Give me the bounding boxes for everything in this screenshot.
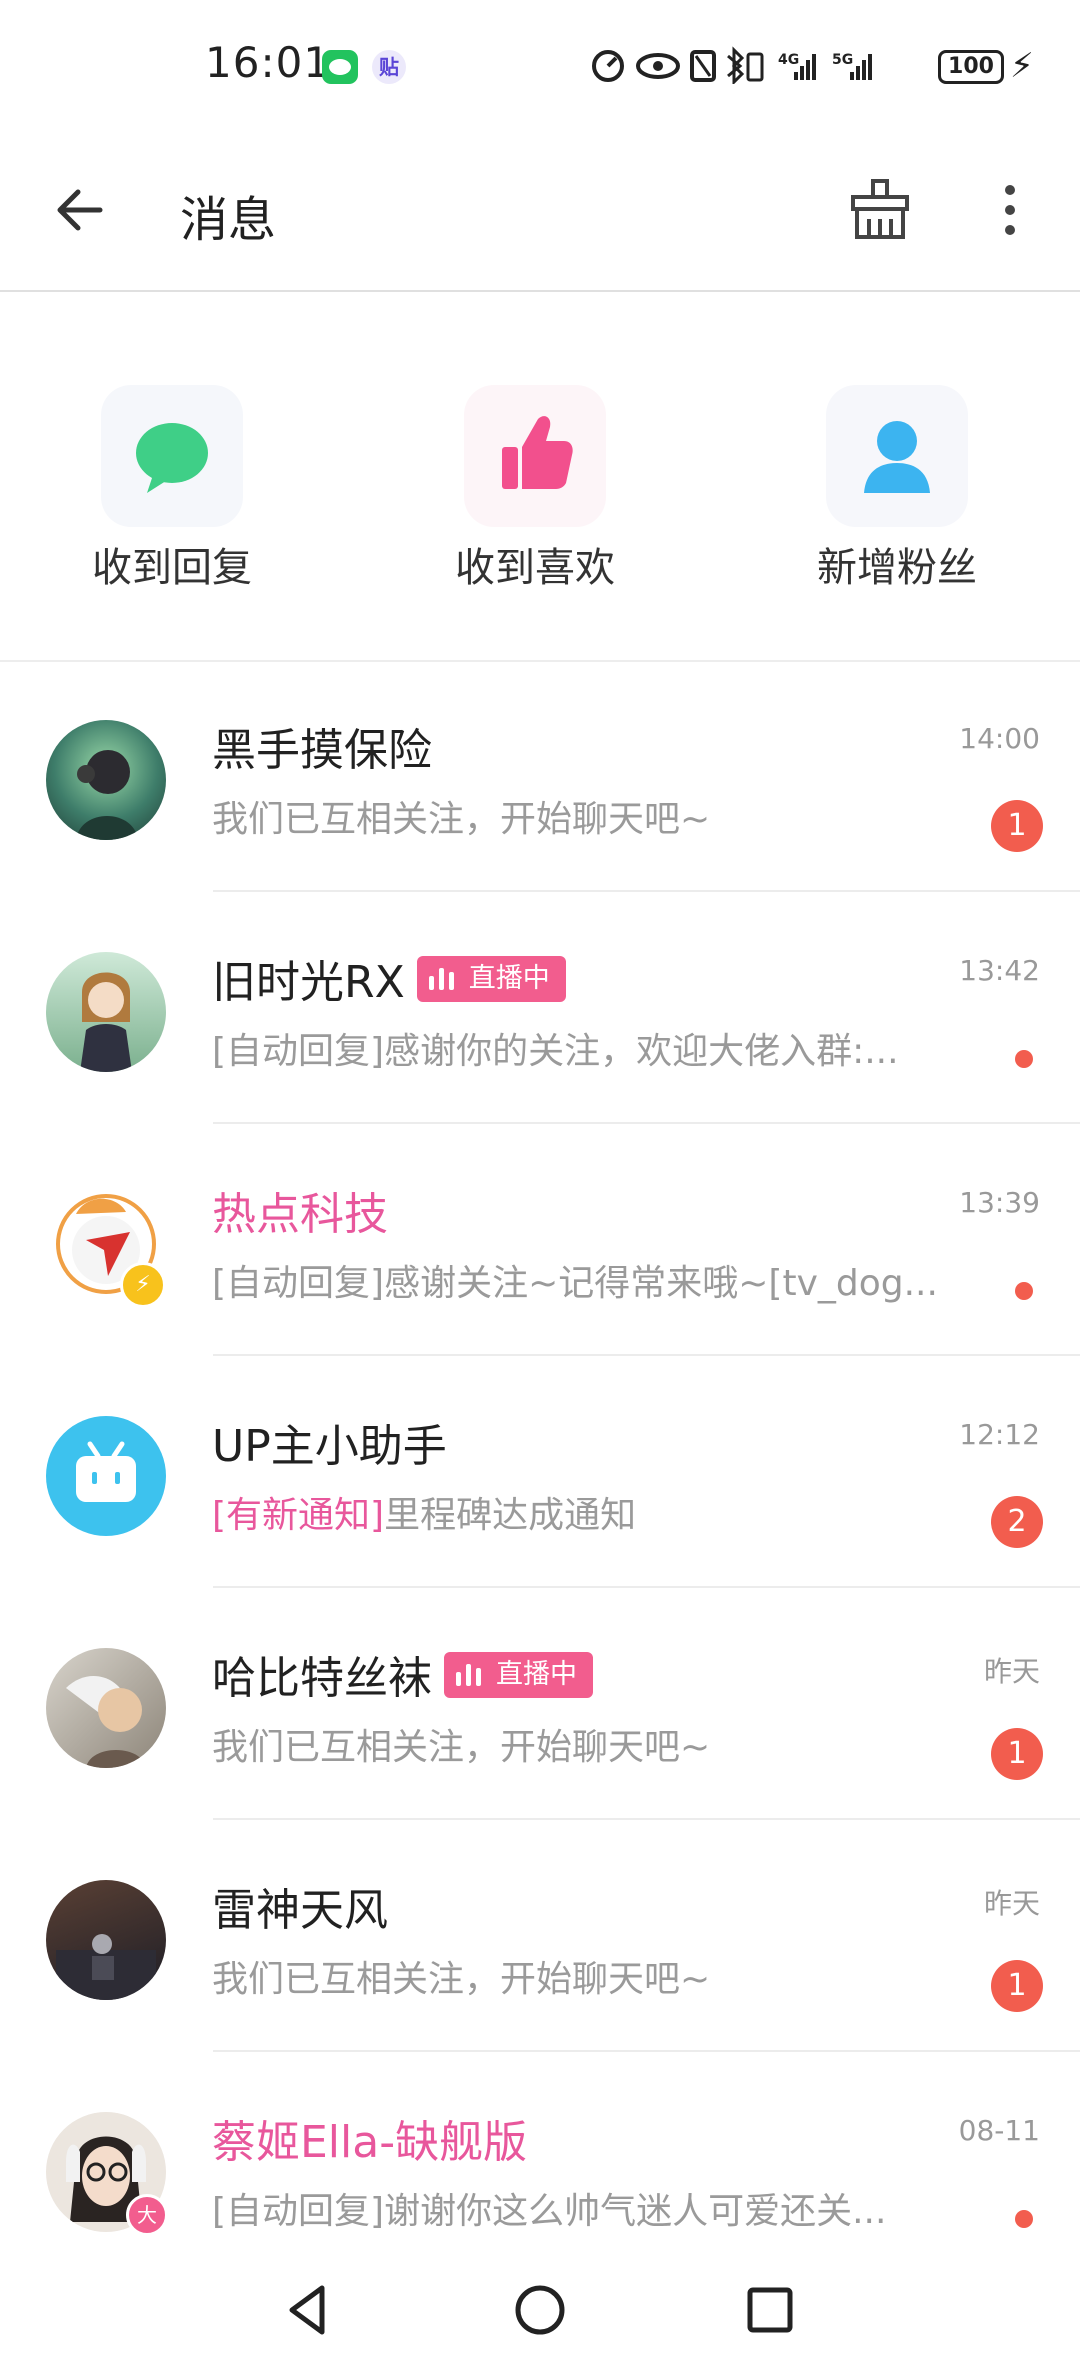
shortcut-label: 收到回复	[92, 545, 252, 591]
unread-dot	[1015, 1050, 1033, 1068]
last-message: [自动回复]感谢关注~记得常来哦~[tv_dog...	[212, 1263, 938, 1304]
tieba-notification-icon: 贴	[372, 50, 406, 84]
shortcut-likes[interactable]: 收到喜欢	[415, 385, 655, 593]
nav-recents-icon[interactable]	[740, 2280, 800, 2340]
shortcut-replies[interactable]: 收到回复	[52, 385, 292, 593]
system-navigation-bar	[0, 2240, 1080, 2376]
shortcut-label: 新增粉丝	[817, 545, 977, 591]
message-time: 昨天	[983, 1655, 1040, 1688]
message-time: 14:00	[959, 722, 1040, 755]
conversation-row[interactable]: 旧时光RX 直播中 [自动回复]感谢你的关注，欢迎大佬入群:... 13:42	[0, 892, 1080, 1124]
app-bar: 消息	[0, 140, 1080, 292]
unread-badge: 2	[991, 1496, 1043, 1548]
last-message: [自动回复]感谢你的关注，欢迎大佬入群:...	[212, 1031, 899, 1072]
shortcut-bar: 收到回复 收到喜欢 新增粉丝	[0, 290, 1080, 662]
avatar[interactable]	[46, 720, 166, 840]
last-message: [自动回复]谢谢你这么帅气迷人可爱还关...	[212, 2191, 887, 2232]
bilibili-tv-icon	[76, 1441, 136, 1502]
big-member-badge-icon: 大	[126, 2194, 168, 2236]
message-time: 昨天	[983, 1887, 1040, 1920]
message-time: 13:42	[959, 954, 1040, 987]
contact-name: UP主小助手	[212, 1421, 447, 1472]
last-message: 我们已互相关注，开始聊天吧~	[212, 799, 711, 840]
svg-text:4G: 4G	[778, 52, 799, 68]
chat-bubble-icon	[101, 385, 243, 527]
wechat-notification-icon	[322, 50, 358, 84]
svg-text:5G: 5G	[832, 52, 853, 68]
unread-badge: 1	[991, 1960, 1043, 2012]
avatar[interactable]: ⚡	[46, 1184, 166, 1308]
unread-badge: 1	[991, 800, 1043, 852]
live-bars-icon	[456, 1660, 486, 1686]
conversation-row[interactable]: 雷神天风 我们已互相关注，开始聊天吧~ 昨天 1	[0, 1820, 1080, 2052]
notification-tag: [有新通知]	[212, 1495, 385, 1536]
shortcut-new-fans[interactable]: 新增粉丝	[777, 385, 1017, 593]
avatar[interactable]	[46, 1880, 166, 2000]
system-status-icons: 4G 5G	[592, 46, 872, 84]
unread-dot	[1015, 1282, 1033, 1300]
last-message: 我们已互相关注，开始聊天吧~	[212, 1727, 711, 1768]
charging-icon: ⚡	[1010, 46, 1034, 86]
unread-badge: 1	[991, 1728, 1043, 1780]
status-time: 16:01	[205, 38, 332, 87]
thumbs-up-icon	[464, 385, 606, 527]
page-title: 消息	[180, 192, 277, 248]
shortcut-label: 收到喜欢	[455, 545, 615, 591]
avatar[interactable]	[46, 952, 166, 1072]
clear-broom-icon[interactable]	[845, 175, 915, 245]
live-bars-icon	[428, 964, 459, 990]
last-message: [有新通知]里程碑达成通知	[212, 1495, 637, 1536]
contact-name: 黑手摸保险	[212, 725, 432, 776]
contact-name: 哈比特丝袜 直播中	[212, 1642, 593, 1706]
contact-name: 雷神天风	[212, 1885, 388, 1936]
nav-home-icon[interactable]	[510, 2280, 570, 2340]
live-badge: 直播中	[416, 956, 566, 1002]
message-time: 08-11	[958, 2114, 1040, 2147]
avatar[interactable]: 大	[46, 2112, 168, 2236]
message-time: 13:39	[959, 1186, 1040, 1219]
status-bar: 16:01 贴 4G 5G 100 ⚡	[0, 0, 1080, 140]
battery-indicator: 100	[938, 50, 1004, 84]
conversation-row[interactable]: ⚡ 热点科技 [自动回复]感谢关注~记得常来哦~[tv_dog... 13:39	[0, 1124, 1080, 1356]
conversation-row[interactable]: 黑手摸保险 我们已互相关注，开始聊天吧~ 14:00 1	[0, 660, 1080, 892]
unread-dot	[1015, 2210, 1033, 2228]
avatar[interactable]	[46, 1648, 166, 1768]
more-options-icon[interactable]	[985, 180, 1035, 240]
contact-name: 旧时光RX 直播中	[212, 946, 566, 1010]
back-arrow-icon[interactable]	[50, 180, 110, 240]
last-message: 我们已互相关注，开始聊天吧~	[212, 1959, 711, 2000]
live-badge: 直播中	[444, 1652, 593, 1698]
message-time: 12:12	[959, 1418, 1040, 1451]
contact-name: 热点科技	[212, 1189, 388, 1240]
person-icon	[826, 385, 968, 527]
avatar[interactable]	[46, 1416, 166, 1536]
conversation-row[interactable]: 哈比特丝袜 直播中 我们已互相关注，开始聊天吧~ 昨天 1	[0, 1588, 1080, 1820]
conversation-row[interactable]: UP主小助手 [有新通知]里程碑达成通知 12:12 2	[0, 1356, 1080, 1588]
nav-back-icon[interactable]	[278, 2280, 338, 2340]
contact-name: 蔡姬Ella-缺舰版	[212, 2117, 528, 2168]
verified-badge-icon: ⚡	[120, 1262, 166, 1308]
